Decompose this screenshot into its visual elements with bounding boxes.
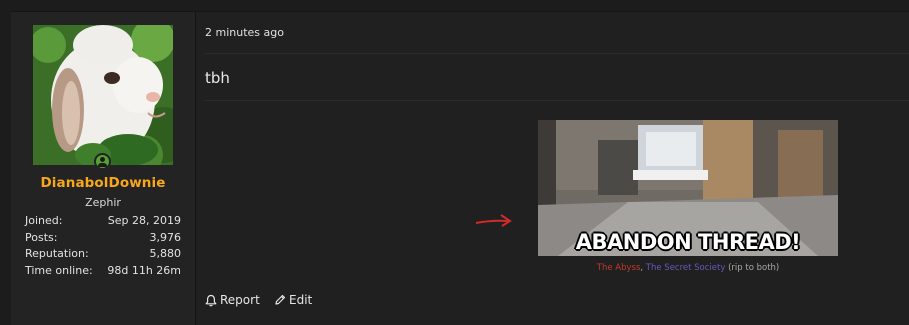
stat-label: Time online:	[25, 263, 93, 277]
user-avatar[interactable]	[33, 25, 173, 165]
post-timestamp[interactable]: 2 minutes ago	[205, 26, 284, 39]
stat-joined: Joined: Sep 28, 2019	[25, 213, 181, 230]
post-message: tbh	[205, 69, 230, 87]
username[interactable]: DianabolDownie	[11, 175, 195, 191]
red-arrow-icon	[475, 214, 512, 227]
stat-reputation: Reputation: 5,880	[25, 246, 181, 263]
stat-value: Sep 28, 2019	[107, 214, 181, 227]
stat-value[interactable]: 5,880	[150, 246, 182, 263]
stat-time-online: Time online: 98d 11h 26m	[25, 263, 181, 280]
signature-link-secret-society[interactable]: The Secret Society	[646, 263, 726, 273]
stat-value: 98d 11h 26m	[107, 263, 181, 277]
pencil-icon	[275, 294, 286, 305]
stat-posts: Posts: 3,976	[25, 230, 181, 247]
signature-links: The Abyss, The Secret Society (rip to bo…	[538, 263, 838, 273]
stat-value[interactable]: 3,976	[150, 230, 182, 247]
image-caption: ABANDON THREAD!	[575, 230, 801, 254]
report-label: Report	[220, 293, 260, 307]
signature-link-abyss[interactable]: The Abyss	[597, 263, 641, 273]
divider	[205, 100, 909, 101]
signature-image[interactable]: ABANDON THREAD!	[538, 120, 838, 256]
report-button[interactable]: Report	[205, 293, 260, 307]
user-stats: Joined: Sep 28, 2019 Posts: 3,976 Reputa…	[25, 213, 181, 279]
stat-label: Reputation:	[25, 247, 89, 260]
user-online-icon	[94, 153, 111, 170]
signature-separator: ,	[640, 263, 644, 273]
stat-label: Posts:	[25, 230, 58, 244]
divider	[205, 53, 909, 54]
edit-button[interactable]: Edit	[274, 293, 312, 307]
signature-suffix: (rip to both)	[728, 263, 780, 273]
user-title: Zephir	[85, 196, 121, 209]
avatar-image	[33, 25, 173, 165]
user-sidebar: DianabolDownie Zephir Joined: Sep 28, 20…	[11, 12, 196, 325]
post-container: DianabolDownie Zephir Joined: Sep 28, 20…	[11, 11, 909, 325]
stat-label: Joined:	[25, 214, 63, 227]
bell-icon	[205, 294, 217, 306]
edit-label: Edit	[289, 293, 313, 307]
